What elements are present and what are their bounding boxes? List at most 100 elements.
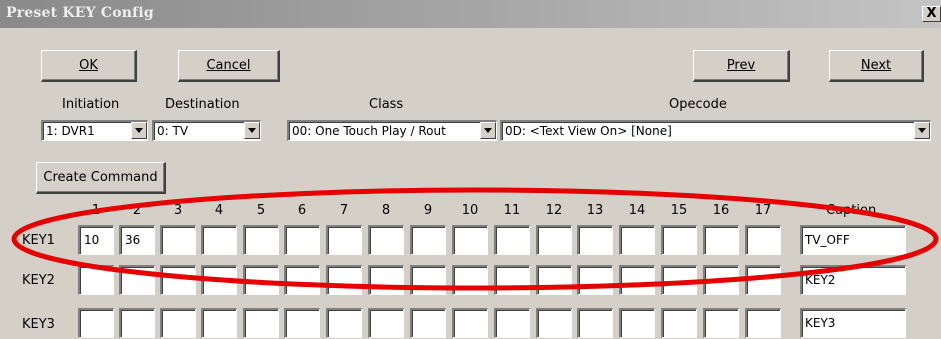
opcode-value: 0D: <Text View On> [None] (505, 124, 672, 138)
close-button[interactable]: X (922, 6, 941, 22)
close-icon: X (926, 6, 937, 21)
column-header: 10 (461, 203, 479, 218)
column-header: 1 (91, 203, 101, 218)
class-select[interactable]: 00: One Touch Play / Rout (287, 120, 497, 141)
key1-byte-3[interactable] (160, 225, 196, 255)
column-header: 4 (214, 203, 224, 218)
key1-byte-8[interactable] (368, 225, 404, 255)
chevron-down-icon[interactable] (244, 122, 260, 139)
key1-byte-14[interactable] (619, 225, 655, 255)
key2-byte-10[interactable] (452, 265, 488, 295)
key2-byte-1[interactable] (78, 265, 114, 295)
key1-byte-13[interactable] (577, 225, 613, 255)
key2-byte-3[interactable] (160, 265, 196, 295)
destination-label: Destination (165, 97, 240, 112)
key3-byte-16[interactable] (703, 308, 739, 338)
key1-byte-15[interactable] (661, 225, 697, 255)
key1-byte-2[interactable]: 36 (119, 225, 155, 255)
key3-byte-15[interactable] (661, 308, 697, 338)
row-label-key2: KEY2 (22, 273, 55, 288)
key2-byte-7[interactable] (326, 265, 362, 295)
row-label-key1: KEY1 (22, 233, 55, 248)
key3-byte-4[interactable] (201, 308, 237, 338)
next-button[interactable]: Next (829, 50, 924, 82)
key2-byte-14[interactable] (619, 265, 655, 295)
key3-byte-12[interactable] (536, 308, 572, 338)
key3-byte-9[interactable] (410, 308, 446, 338)
initiation-select[interactable]: 1: DVR1 (41, 120, 148, 141)
key2-byte-16[interactable] (703, 265, 739, 295)
opcode-select[interactable]: 0D: <Text View On> [None] (500, 120, 931, 141)
key2-byte-12[interactable] (536, 265, 572, 295)
key1-caption-input[interactable]: TV_OFF (800, 225, 906, 255)
key3-byte-17[interactable] (745, 308, 781, 338)
key3-byte-10[interactable] (452, 308, 488, 338)
key3-byte-11[interactable] (494, 308, 530, 338)
key1-byte-9[interactable] (410, 225, 446, 255)
key1-byte-16[interactable] (703, 225, 739, 255)
chevron-down-icon[interactable] (480, 122, 496, 139)
column-header: 6 (297, 203, 307, 218)
key2-byte-11[interactable] (494, 265, 530, 295)
prev-button[interactable]: Prev (693, 50, 790, 82)
key1-byte-6[interactable] (284, 225, 320, 255)
key3-byte-14[interactable] (619, 308, 655, 338)
window-title: Preset KEY Config (6, 5, 154, 21)
key1-byte-4[interactable] (201, 225, 237, 255)
key2-byte-4[interactable] (201, 265, 237, 295)
column-header: 9 (423, 203, 433, 218)
column-header: 14 (628, 203, 646, 218)
initiation-label: Initiation (62, 97, 120, 112)
key2-byte-6[interactable] (284, 265, 320, 295)
key2-byte-17[interactable] (745, 265, 781, 295)
column-header: 17 (754, 203, 772, 218)
key1-byte-1[interactable]: 10 (78, 225, 114, 255)
caption-header: Caption (826, 203, 877, 218)
initiation-value: 1: DVR1 (46, 124, 95, 138)
key2-byte-2[interactable] (119, 265, 155, 295)
row-label-key3: KEY3 (22, 317, 55, 332)
destination-value: 0: TV (157, 124, 189, 138)
key2-byte-13[interactable] (577, 265, 613, 295)
cancel-button[interactable]: Cancel (178, 50, 280, 82)
title-bar: Preset KEY Config X (0, 0, 941, 28)
key2-byte-5[interactable] (243, 265, 279, 295)
key1-byte-11[interactable] (494, 225, 530, 255)
key3-byte-1[interactable] (78, 308, 114, 338)
chevron-down-icon[interactable] (914, 122, 930, 139)
ok-button[interactable]: OK (41, 50, 137, 82)
column-header: 16 (712, 203, 730, 218)
destination-select[interactable]: 0: TV (152, 120, 261, 141)
key1-byte-7[interactable] (326, 225, 362, 255)
column-header: 7 (339, 203, 349, 218)
key1-byte-12[interactable] (536, 225, 572, 255)
column-header: 11 (503, 203, 521, 218)
column-header: 15 (670, 203, 688, 218)
key3-caption-input[interactable]: KEY3 (800, 308, 906, 338)
key3-byte-6[interactable] (284, 308, 320, 338)
opcode-label: Opecode (669, 97, 727, 112)
column-header: 3 (173, 203, 183, 218)
key3-byte-5[interactable] (243, 308, 279, 338)
chevron-down-icon[interactable] (131, 122, 147, 139)
key1-byte-17[interactable] (745, 225, 781, 255)
key3-byte-2[interactable] (119, 308, 155, 338)
key3-byte-3[interactable] (160, 308, 196, 338)
key2-byte-8[interactable] (368, 265, 404, 295)
key3-byte-13[interactable] (577, 308, 613, 338)
class-label: Class (369, 97, 404, 112)
column-header: 2 (132, 203, 142, 218)
key2-byte-15[interactable] (661, 265, 697, 295)
key2-caption-input[interactable]: KEY2 (800, 265, 906, 295)
column-header: 5 (256, 203, 266, 218)
key2-byte-9[interactable] (410, 265, 446, 295)
column-header: 13 (586, 203, 604, 218)
column-header: 12 (545, 203, 563, 218)
key1-byte-5[interactable] (243, 225, 279, 255)
column-header: 8 (381, 203, 391, 218)
key1-byte-10[interactable] (452, 225, 488, 255)
create-command-button[interactable]: Create Command (36, 162, 166, 194)
class-value: 00: One Touch Play / Rout (292, 124, 446, 138)
key3-byte-8[interactable] (368, 308, 404, 338)
key3-byte-7[interactable] (326, 308, 362, 338)
